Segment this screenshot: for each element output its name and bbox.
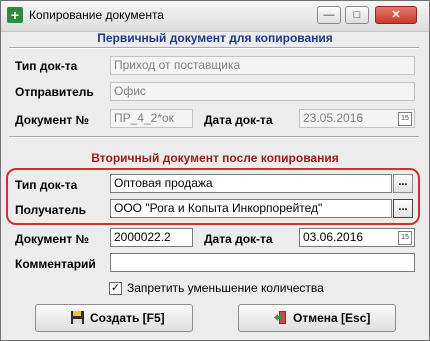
floppy-disk-icon (71, 311, 84, 324)
secondary-doc-type-field[interactable]: Оптовая продажа (110, 174, 392, 193)
maximize-button[interactable]: □ (345, 6, 369, 24)
create-button-label: Создать [F5] (90, 311, 165, 325)
secondary-calendar-icon[interactable]: 15 (398, 231, 412, 245)
recipient-select-button[interactable]: ... (393, 199, 413, 218)
window-title: Копирование документа (29, 8, 164, 22)
primary-doc-number-field: ПР_4_2*ок (110, 109, 193, 128)
create-button[interactable]: Создать [F5] (35, 304, 193, 332)
recipient-label: Получатель (15, 203, 86, 217)
primary-doc-date-label: Дата док-та (204, 113, 273, 127)
primary-separator (9, 47, 419, 49)
recipient-field[interactable]: ООО "Рога и Копыта Инкорпорейтед" (110, 199, 392, 218)
secondary-section-heading: Вторичный документ после копирования (91, 151, 339, 165)
exit-door-icon (274, 311, 286, 324)
comment-label: Комментарий (15, 257, 96, 271)
app-icon: + (7, 7, 23, 23)
comment-field[interactable] (110, 253, 415, 272)
forbid-decrease-label: Запретить уменьшение количества (127, 281, 324, 295)
doc-type-select-button[interactable]: ... (393, 174, 413, 193)
sender-label: Отправитель (15, 85, 94, 99)
secondary-doc-date-label: Дата док-та (204, 232, 273, 246)
primary-calendar-icon: 15 (398, 112, 412, 126)
cancel-button-label: Отмена [Esc] (293, 311, 371, 325)
secondary-doc-number-field[interactable]: 2000022.2 (110, 228, 193, 247)
primary-doc-type-label: Тип док-та (15, 59, 78, 73)
primary-section-heading: Первичный документ для копирования (97, 31, 333, 45)
close-button[interactable]: ✕ (375, 6, 417, 24)
title-bar[interactable]: + Копирование документа — □ ✕ (1, 1, 429, 32)
cancel-button[interactable]: Отмена [Esc] (238, 304, 396, 332)
dialog-window: + Копирование документа — □ ✕ Первичный … (0, 0, 430, 341)
primary-doc-number-label: Документ № (15, 113, 89, 127)
section-separator (9, 136, 419, 138)
minimize-button[interactable]: — (317, 6, 341, 24)
primary-doc-type-field: Приход от поставщика (110, 56, 415, 75)
secondary-doc-type-label: Тип док-та (15, 178, 78, 192)
forbid-decrease-checkbox[interactable]: ✓ (109, 282, 122, 295)
sender-field: Офис (110, 82, 415, 101)
secondary-doc-number-label: Документ № (15, 232, 89, 246)
